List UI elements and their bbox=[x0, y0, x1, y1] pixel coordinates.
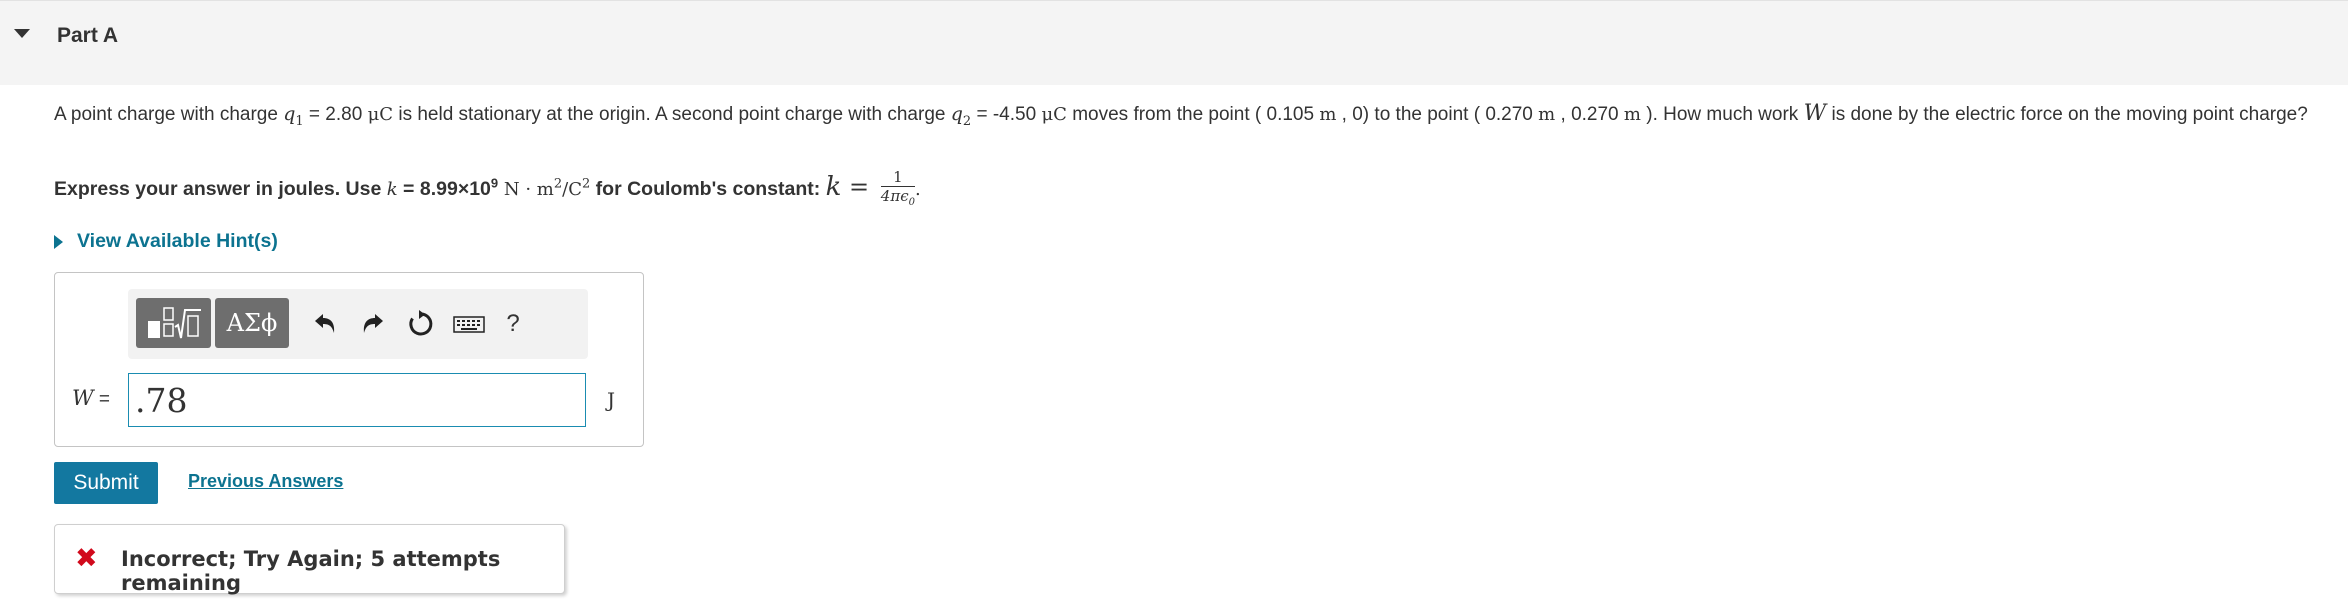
incorrect-x-icon: ✖ bbox=[75, 543, 98, 574]
part-title: Part A bbox=[57, 24, 119, 47]
redo-icon[interactable] bbox=[358, 309, 388, 339]
feedback-message: Incorrect; Try Again; 5 attempts remaini… bbox=[121, 547, 501, 595]
answer-instruction: Express your answer in joules. Use k = 8… bbox=[54, 168, 921, 212]
expand-caret-icon bbox=[54, 234, 63, 249]
help-button[interactable]: ? bbox=[498, 309, 528, 339]
previous-answers-link[interactable]: Previous Answers bbox=[188, 471, 343, 492]
part-header[interactable]: Part A bbox=[0, 0, 2348, 85]
view-hints-link[interactable]: View Available Hint(s) bbox=[54, 230, 278, 253]
q2-symbol: q bbox=[950, 103, 963, 125]
problem-statement: A point charge with charge q1 = 2.80 μC … bbox=[54, 101, 2308, 129]
math-toolbar: ΑΣϕ ? bbox=[128, 289, 588, 359]
unit-label: J bbox=[607, 388, 616, 412]
collapse-caret-icon[interactable] bbox=[14, 29, 30, 38]
answer-input[interactable] bbox=[128, 373, 586, 427]
keyboard-icon[interactable] bbox=[452, 309, 486, 339]
work-symbol: W bbox=[1803, 101, 1827, 126]
reset-icon[interactable] bbox=[406, 309, 436, 339]
greek-symbols-button[interactable]: ΑΣϕ bbox=[215, 298, 289, 348]
submit-button[interactable]: Submit bbox=[54, 462, 158, 504]
coulomb-fraction: 1 4πϵ0 bbox=[880, 168, 915, 208]
undo-icon[interactable] bbox=[310, 309, 340, 339]
feedback-box: ✖ Incorrect; Try Again; 5 attempts remai… bbox=[54, 524, 565, 595]
templates-button[interactable] bbox=[136, 298, 211, 348]
answer-variable-label: W = bbox=[72, 386, 110, 410]
q1-symbol: q bbox=[283, 103, 296, 125]
templates-icon bbox=[147, 307, 201, 339]
answer-box: ΑΣϕ ? W = J bbox=[54, 272, 644, 447]
